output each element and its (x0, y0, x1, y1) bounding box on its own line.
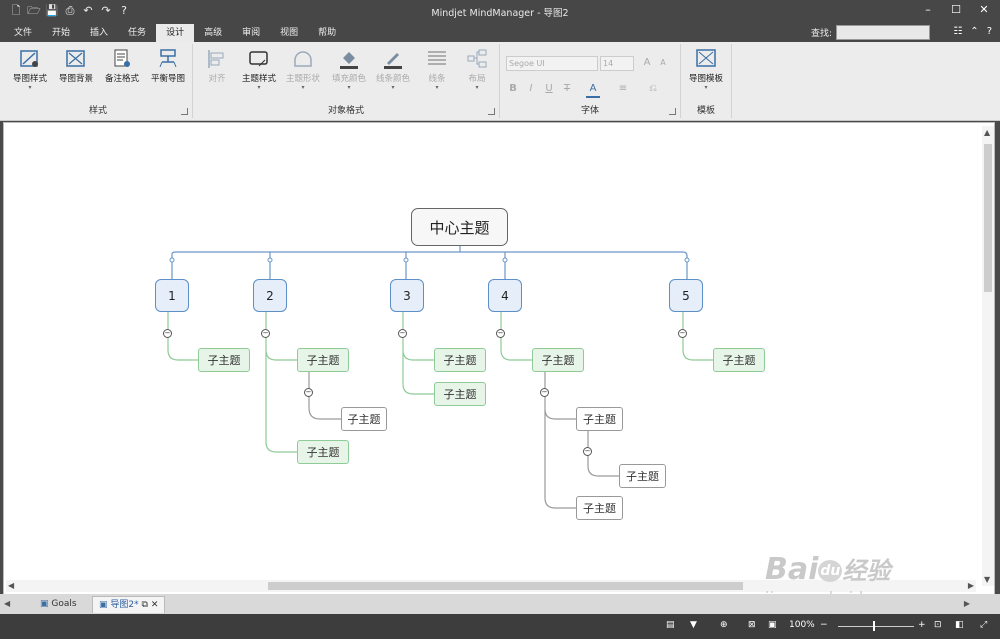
fit-map-icon[interactable]: ⊠ (748, 620, 756, 630)
subtopic-4-1[interactable]: 子主题 (532, 348, 584, 372)
filter-icon[interactable]: ▼ (690, 620, 697, 630)
zoom-in-icon[interactable]: + (918, 620, 926, 630)
collapse-icon[interactable]: − (163, 329, 172, 338)
horizontal-scroll-thumb[interactable] (268, 582, 743, 590)
subtopic-3-1[interactable]: 子主题 (434, 348, 486, 372)
zoom-out-icon[interactable]: − (820, 620, 828, 630)
outline-view-icon[interactable]: ▤ (666, 620, 675, 630)
document-tabs-bar: ◀ ▣ Goals ▣ 导图2* ⧉ ✕ ▶ (0, 594, 1000, 614)
scroll-right-icon[interactable]: ▶ (968, 581, 974, 590)
scroll-down-icon[interactable]: ▼ (984, 575, 990, 584)
map-connectors (167, 246, 713, 509)
map-file-icon: ▣ (99, 600, 108, 610)
collapse-icon[interactable]: − (540, 388, 549, 397)
scroll-up-icon[interactable]: ▲ (984, 128, 990, 137)
subtopic-4-1-1[interactable]: 子主题 (576, 407, 623, 431)
zoom-level: 100% (789, 620, 815, 630)
close-tab-icon[interactable]: ✕ (151, 600, 159, 610)
collapse-icon[interactable]: − (304, 388, 313, 397)
subtopic-2-1[interactable]: 子主题 (297, 348, 349, 372)
collapse-icon[interactable]: − (583, 447, 592, 456)
main-topic-3[interactable]: 3 (390, 279, 424, 312)
collapse-icon[interactable]: − (398, 329, 407, 338)
zoom-slider[interactable] (838, 626, 914, 627)
vertical-scroll-thumb[interactable] (984, 144, 992, 292)
zoom-menu-icon[interactable]: ▣ (768, 620, 777, 630)
zoom-slider-thumb[interactable] (873, 621, 875, 631)
central-topic[interactable]: 中心主题 (411, 208, 508, 246)
expand-icon[interactable]: ⤢ (980, 620, 987, 630)
float-tab-icon[interactable]: ⧉ (142, 600, 148, 610)
tabs-right-icon[interactable]: ▶ (964, 599, 970, 608)
collapse-icon[interactable]: − (678, 329, 687, 338)
status-bar: ▤ ▼ ⊕ ⊠ ▣ 100% − + ⊡ ◧ ⤢ (0, 614, 1000, 639)
subtopic-4-1-1-1[interactable]: 子主题 (619, 464, 666, 488)
collapse-icon[interactable]: − (261, 329, 270, 338)
scroll-left-icon[interactable]: ◀ (8, 581, 14, 590)
main-topic-2[interactable]: 2 (253, 279, 287, 312)
doc-tab-map2[interactable]: ▣ 导图2* ⧉ ✕ (92, 596, 166, 613)
paw-icon: du (818, 559, 843, 582)
subtopic-2-1-1[interactable]: 子主题 (341, 407, 387, 431)
collapse-icon[interactable]: − (496, 329, 505, 338)
subtopic-4-1-2[interactable]: 子主题 (576, 496, 623, 520)
main-topic-5[interactable]: 5 (669, 279, 703, 312)
vertical-scrollbar[interactable]: ▲ ▼ (982, 126, 994, 586)
subtopic-2-2[interactable]: 子主题 (297, 440, 349, 464)
focus-icon[interactable]: ⊕ (720, 620, 728, 630)
tabs-left-icon[interactable]: ◀ (4, 599, 10, 608)
subtopic-5-1[interactable]: 子主题 (713, 348, 765, 372)
main-topic-1[interactable]: 1 (155, 279, 189, 312)
map-file-icon: ▣ (40, 599, 49, 609)
main-topic-4[interactable]: 4 (488, 279, 522, 312)
subtopic-1-1[interactable]: 子主题 (198, 348, 250, 372)
subtopic-3-2[interactable]: 子主题 (434, 382, 486, 406)
fit-page-icon[interactable]: ⊡ (934, 620, 942, 630)
panel-toggle-icon[interactable]: ◧ (955, 620, 964, 630)
doc-tab-goals[interactable]: ▣ Goals (34, 596, 83, 612)
